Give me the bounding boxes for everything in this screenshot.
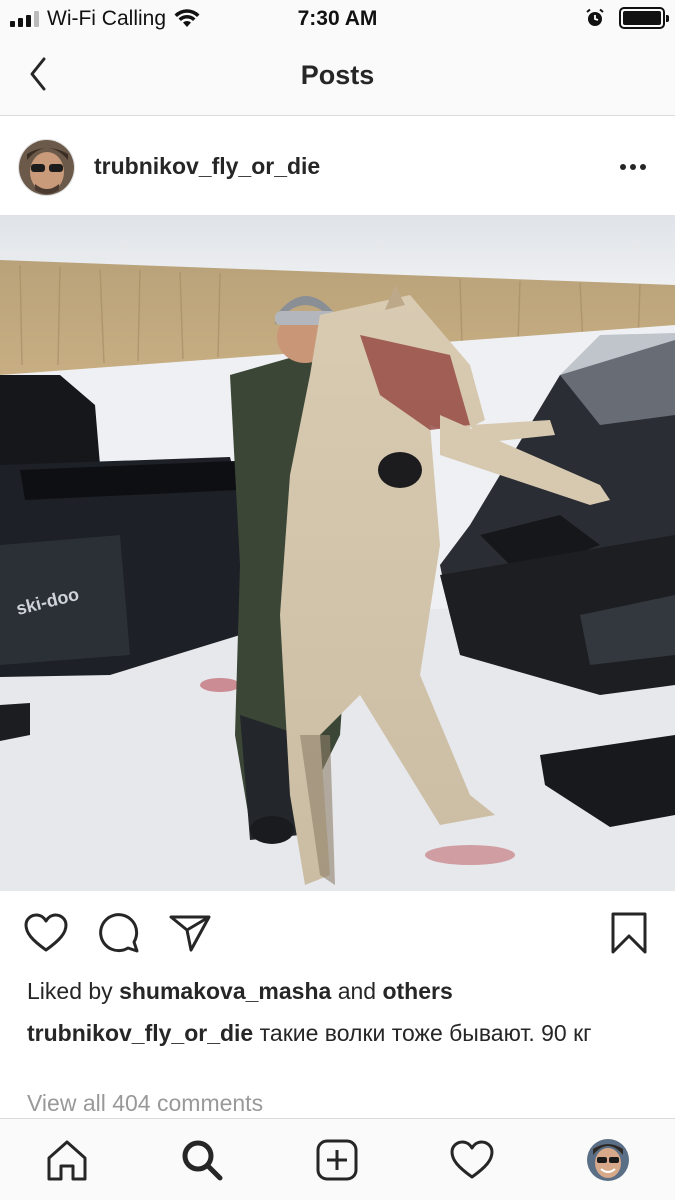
heart-icon (24, 913, 68, 952)
liker-username[interactable]: shumakova_masha (119, 978, 331, 1004)
caption-username[interactable]: trubnikov_fly_or_die (27, 1020, 253, 1046)
more-options-button[interactable] (615, 155, 651, 179)
home-icon (47, 1140, 87, 1181)
alarm-icon (586, 8, 604, 26)
profile-avatar (587, 1139, 629, 1181)
comment-icon (99, 913, 139, 953)
more-icon (620, 164, 626, 170)
likes-prefix: Liked by (27, 978, 113, 1004)
nav-header: Posts (0, 38, 675, 116)
status-right (585, 7, 669, 29)
tab-add[interactable] (312, 1135, 362, 1185)
page-title: Posts (300, 60, 375, 90)
post-photo[interactable]: ski-doo (0, 215, 675, 891)
tab-activity[interactable] (447, 1135, 497, 1185)
likes-others[interactable]: others (382, 978, 452, 1004)
heart-icon (450, 1140, 494, 1179)
view-comments-link[interactable]: View all 404 comments (27, 1090, 263, 1117)
post-header: trubnikov_fly_or_die (0, 117, 675, 215)
save-button[interactable] (606, 910, 652, 956)
tab-home[interactable] (42, 1135, 92, 1185)
author-avatar[interactable] (18, 139, 75, 196)
likes-summary: Liked by shumakova_masha and others (27, 978, 453, 1005)
tab-profile[interactable] (583, 1135, 633, 1185)
comment-button[interactable] (96, 910, 142, 956)
status-time: 7:30 AM (297, 7, 378, 30)
caption-text: такие волки тоже бывают. 90 кг (259, 1020, 592, 1046)
likes-and: and (337, 978, 377, 1004)
share-button[interactable] (167, 910, 213, 956)
battery-icon (619, 7, 669, 29)
bookmark-icon (611, 912, 647, 954)
post-caption: trubnikov_fly_or_die такие волки тоже бы… (27, 1018, 647, 1048)
like-button[interactable] (23, 910, 69, 956)
send-icon (169, 915, 211, 952)
author-username[interactable]: trubnikov_fly_or_die (94, 153, 320, 180)
post-actions (0, 892, 675, 972)
status-bar: Wi-Fi Calling 7:30 AM (0, 0, 675, 38)
add-icon (316, 1139, 358, 1181)
search-icon (182, 1140, 223, 1181)
tab-bar (0, 1118, 675, 1200)
tab-search[interactable] (177, 1135, 227, 1185)
